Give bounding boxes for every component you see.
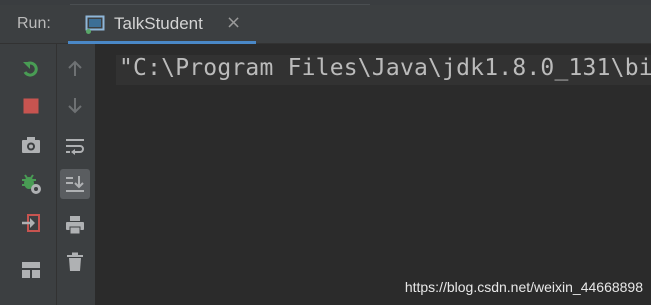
run-label: Run: [17, 15, 51, 32]
console-output[interactable]: "C:\Program Files\Java\jdk1.8.0_131\bi [96, 44, 651, 305]
tab-talkstudent[interactable]: TalkStudent × [68, 5, 256, 44]
rerun-icon [23, 61, 38, 77]
bug-settings-icon [22, 174, 41, 194]
watermark: https://blog.csdn.net/weixin_44668898 [404, 279, 643, 295]
camera-icon [22, 137, 40, 153]
run-tool-window-header: Run: TalkStudent × [0, 5, 651, 44]
console-command-line: "C:\Program Files\Java\jdk1.8.0_131\bi [119, 55, 651, 81]
up-stack-trace-button[interactable] [60, 53, 90, 83]
stop-button[interactable] [16, 91, 46, 121]
scroll-to-end-icon [66, 176, 84, 192]
soft-wraps-button[interactable] [60, 131, 90, 161]
printer-icon [66, 216, 84, 235]
restore-layout-button[interactable] [16, 255, 46, 285]
dump-threads-button[interactable] [16, 130, 46, 160]
exit-button[interactable] [16, 208, 46, 238]
arrow-up-icon [68, 60, 82, 76]
exit-icon [22, 214, 40, 232]
arrow-down-icon [68, 98, 82, 114]
stop-icon [23, 98, 39, 114]
wrap-icon [66, 139, 84, 155]
console-app-icon [85, 15, 105, 34]
console-toolbar [57, 44, 96, 305]
scroll-to-end-button[interactable] [60, 169, 90, 199]
tab-title: TalkStudent [114, 14, 203, 33]
clear-all-button[interactable] [60, 247, 90, 277]
print-button[interactable] [60, 210, 90, 240]
layout-icon [22, 262, 40, 278]
trash-icon [67, 252, 83, 271]
rerun-button[interactable] [16, 54, 46, 84]
left-toolbar [0, 44, 57, 305]
debug-settings-button[interactable] [16, 169, 46, 199]
tab-close-icon[interactable]: × [226, 12, 241, 33]
down-stack-trace-button[interactable] [60, 91, 90, 121]
